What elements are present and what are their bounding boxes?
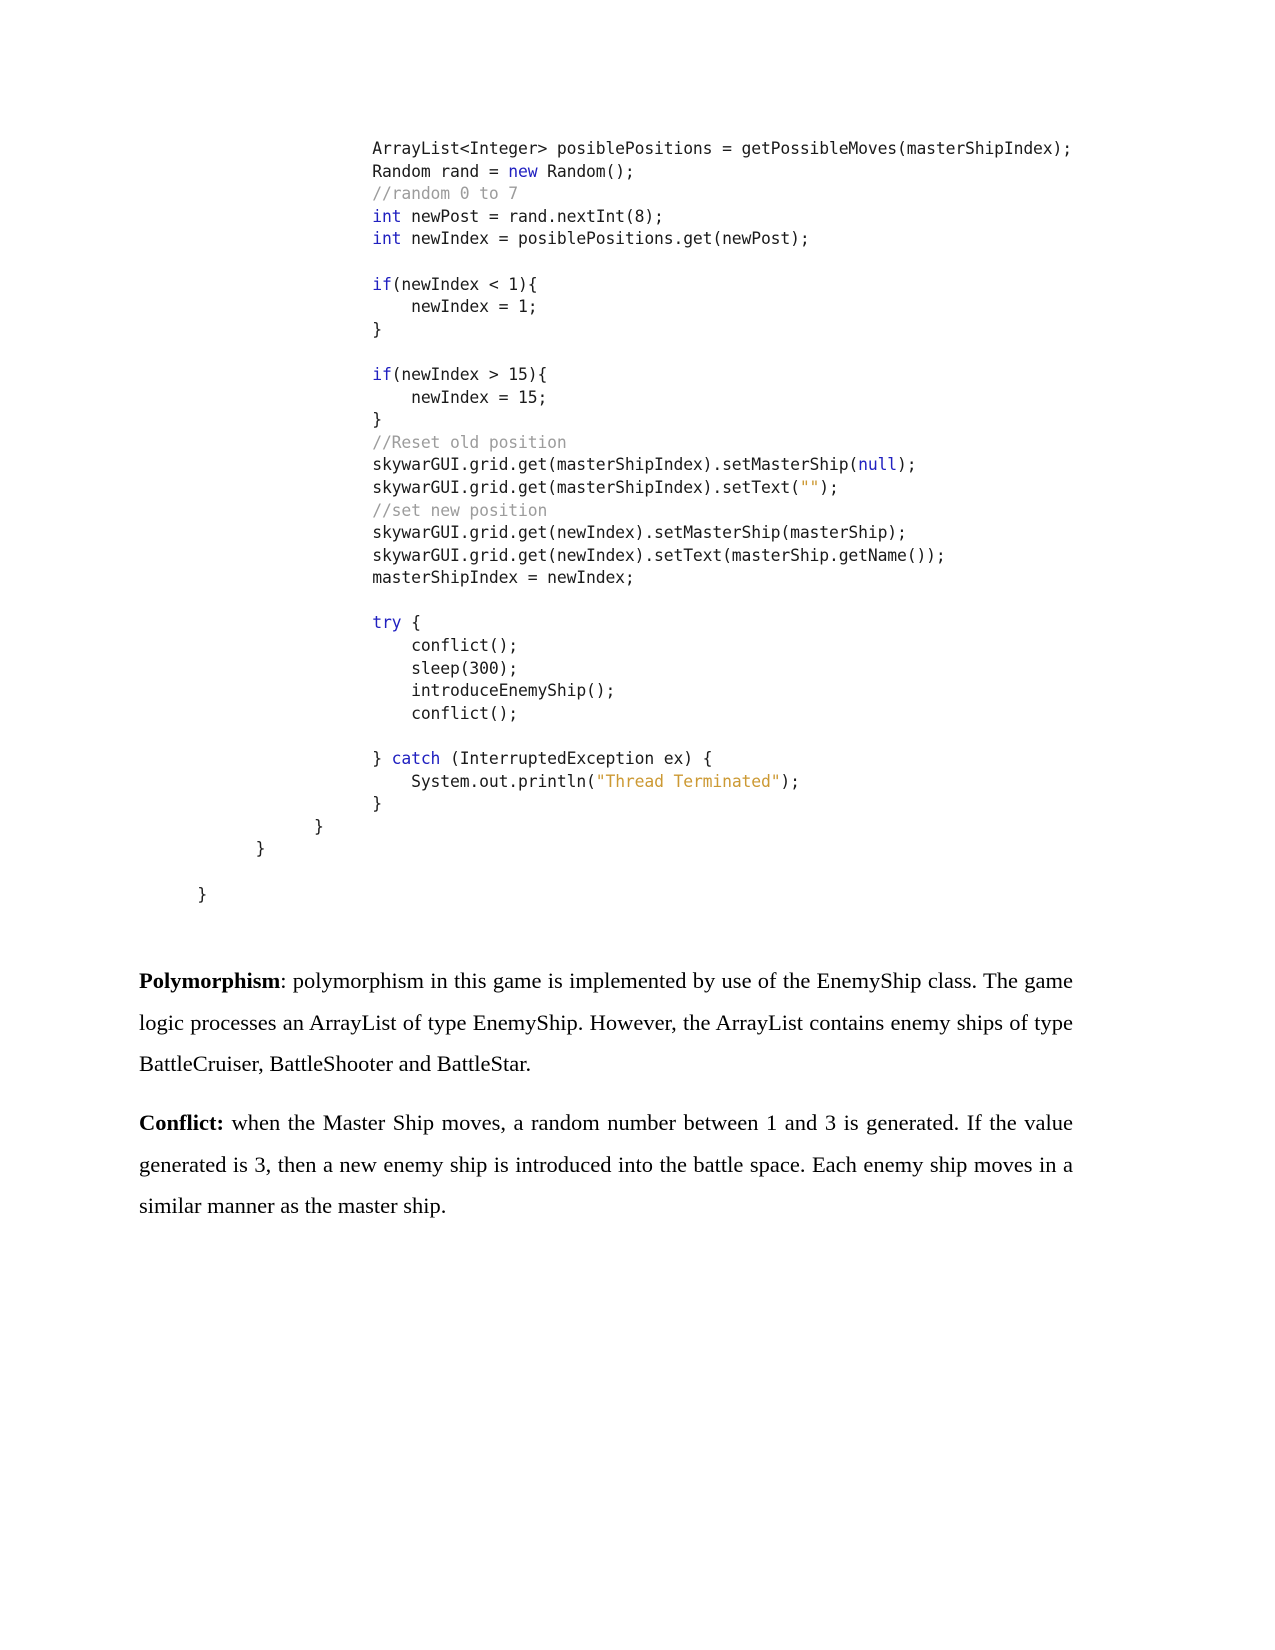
code-token-plain: } — [139, 794, 382, 814]
code-line: if(newIndex > 15){ — [139, 364, 1084, 387]
code-token-plain: (newIndex < 1){ — [391, 274, 538, 294]
code-token-plain: ArrayList<Integer> posiblePositions = ge… — [139, 139, 1072, 158]
code-token-plain: ); — [897, 455, 917, 475]
code-token-plain: skywarGUI.grid.get(newIndex).setMasterSh… — [139, 523, 907, 543]
code-line: skywarGUI.grid.get(newIndex).setText(mas… — [139, 545, 1084, 568]
code-line: int newIndex = posiblePositions.get(newP… — [139, 228, 1084, 251]
paragraph-lead-conflict: Conflict: — [139, 1110, 224, 1135]
code-token-plain: conflict(); — [139, 703, 519, 723]
code-token-plain: } — [139, 319, 382, 339]
code-line: skywarGUI.grid.get(newIndex).setMasterSh… — [139, 522, 1084, 545]
code-token-plain: (InterruptedException ex) { — [440, 749, 713, 769]
code-token-cmt: //set new position — [139, 500, 548, 520]
code-token-plain: ); — [780, 771, 800, 791]
code-token-plain: Random rand = — [139, 161, 509, 181]
code-token-plain: skywarGUI.grid.get(newIndex).setText(mas… — [139, 545, 946, 565]
code-token-plain: (newIndex > 15){ — [391, 364, 548, 384]
code-line: //random 0 to 7 — [139, 183, 1084, 206]
code-token-plain: newIndex = 1; — [139, 297, 538, 317]
code-line: } — [139, 838, 1084, 861]
code-token-kw: if — [139, 364, 392, 384]
code-token-plain: } — [139, 749, 392, 769]
code-token-plain: Random(); — [537, 161, 635, 181]
code-token-plain: } — [139, 884, 208, 904]
code-line: skywarGUI.grid.get(masterShipIndex).setT… — [139, 477, 1084, 500]
code-token-kw: int — [139, 229, 402, 249]
code-line: //Reset old position — [139, 432, 1084, 455]
code-line: } — [139, 319, 1084, 342]
code-line: } catch (InterruptedException ex) { — [139, 748, 1084, 771]
code-line: conflict(); — [139, 703, 1084, 726]
code-token-kw: catch — [391, 749, 441, 769]
code-token-str: "" — [799, 477, 820, 497]
code-token-kw: null — [858, 455, 898, 475]
code-line: } — [139, 793, 1084, 816]
code-line: try { — [139, 612, 1084, 635]
code-token-cmt: //Reset old position — [139, 432, 567, 452]
paragraph-conflict: Conflict: when the Master Ship moves, a … — [139, 1102, 1073, 1227]
code-line: newIndex = 15; — [139, 387, 1084, 410]
paragraph-lead-polymorphism: Polymorphism — [139, 968, 281, 993]
code-line: } — [139, 409, 1084, 432]
code-token-plain: } — [139, 410, 382, 430]
code-line: Random rand = new Random(); — [139, 161, 1084, 184]
code-token-plain: introduceEnemyShip(); — [139, 681, 616, 701]
code-token-plain: skywarGUI.grid.get(masterShipIndex).setT… — [139, 477, 800, 497]
paragraph-polymorphism: Polymorphism: polymorphism in this game … — [139, 960, 1073, 1085]
code-line: } — [139, 816, 1084, 839]
code-token-plain: System.out.println( — [139, 771, 596, 791]
code-token-plain: conflict(); — [139, 636, 519, 656]
code-token-plain: { — [401, 613, 421, 633]
code-token-kw: try — [139, 613, 402, 633]
code-line: int newPost = rand.nextInt(8); — [139, 206, 1084, 229]
code-line: } — [139, 884, 1084, 907]
code-token-kw: int — [139, 206, 402, 226]
paragraph-body-conflict: when the Master Ship moves, a random num… — [139, 1110, 1073, 1218]
code-line: System.out.println("Thread Terminated"); — [139, 771, 1084, 794]
code-token-kw: if — [139, 274, 392, 294]
code-token-plain: masterShipIndex = newIndex; — [139, 568, 635, 588]
code-token-plain: } — [139, 839, 266, 859]
code-token-kw: new — [508, 161, 538, 181]
code-token-plain: } — [139, 816, 324, 836]
code-token-plain: newIndex = 15; — [139, 387, 548, 407]
code-line: introduceEnemyShip(); — [139, 680, 1084, 703]
code-line: skywarGUI.grid.get(masterShipIndex).setM… — [139, 454, 1084, 477]
code-token-plain: ); — [819, 477, 839, 497]
code-token-cmt: //random 0 to 7 — [139, 184, 519, 204]
code-line: masterShipIndex = newIndex; — [139, 567, 1084, 590]
code-line: ArrayList<Integer> posiblePositions = ge… — [139, 138, 1084, 161]
code-token-plain: skywarGUI.grid.get(masterShipIndex).setM… — [139, 455, 859, 475]
code-token-plain: newPost = rand.nextInt(8); — [401, 206, 664, 226]
code-token-plain: newIndex = posiblePositions.get(newPost)… — [401, 229, 810, 249]
code-line: //set new position — [139, 500, 1084, 523]
document-page: ArrayList<Integer> posiblePositions = ge… — [0, 0, 1275, 1650]
code-block: ArrayList<Integer> posiblePositions = ge… — [139, 138, 1084, 906]
paragraph-body-polymorphism: : polymorphism in this game is implement… — [139, 968, 1073, 1076]
code-token-plain: sleep(300); — [139, 658, 519, 678]
code-line: conflict(); — [139, 635, 1084, 658]
code-line: sleep(300); — [139, 658, 1084, 681]
code-line: newIndex = 1; — [139, 296, 1084, 319]
code-token-str: "Thread Terminated" — [595, 771, 781, 791]
code-line: if(newIndex < 1){ — [139, 274, 1084, 297]
